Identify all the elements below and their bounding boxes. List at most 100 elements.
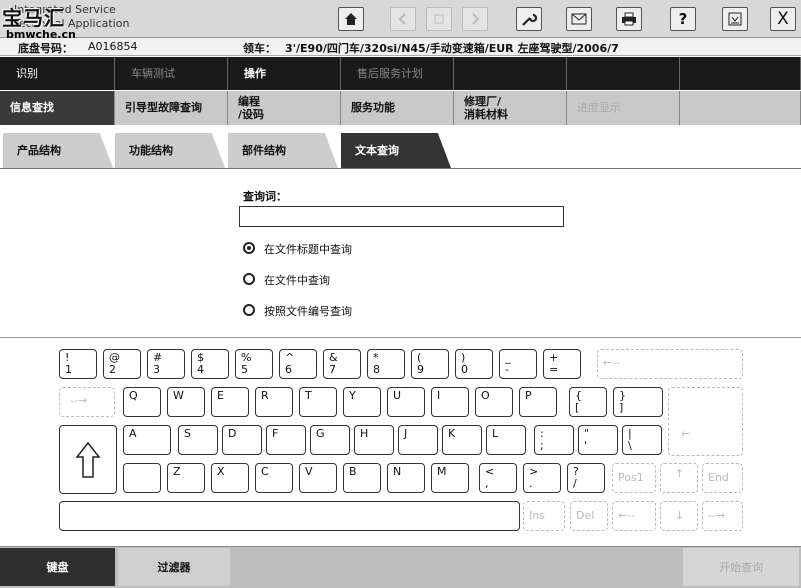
key-right-bracket[interactable]: }] (613, 387, 663, 417)
stop-button[interactable] (426, 7, 452, 31)
close-button[interactable]: X (770, 7, 796, 31)
key-3[interactable]: #3 (147, 349, 185, 379)
search-input[interactable] (239, 206, 564, 227)
key-9[interactable]: (9 (411, 349, 449, 379)
key-arrow-right[interactable]: --→ (702, 501, 743, 531)
key-quote[interactable]: " ' (578, 425, 618, 455)
submenu-info-search[interactable]: 信息查找 (0, 91, 115, 125)
key-spacer (123, 463, 161, 493)
key-arrow-down[interactable]: ↓ (660, 501, 698, 531)
key-v[interactable]: V (299, 463, 337, 493)
key-pos1[interactable]: Pos1 (612, 463, 656, 493)
submenu-service-functions[interactable]: 服务功能 (341, 91, 454, 125)
key-a[interactable]: A (123, 425, 171, 455)
key-f[interactable]: F (266, 425, 306, 455)
key-t[interactable]: T (299, 387, 337, 417)
key-equals[interactable]: + = (543, 349, 581, 379)
key-u[interactable]: U (387, 387, 425, 417)
key-s[interactable]: S (178, 425, 218, 455)
menu-vehicle-test[interactable]: 车辆测试 (115, 57, 228, 90)
key-semicolon[interactable]: :; (534, 425, 574, 455)
keyboard-button[interactable]: 键盘 (0, 548, 115, 586)
print-icon (622, 12, 636, 26)
tab-component-structure[interactable]: 部件结构 (228, 133, 338, 168)
key-x[interactable]: X (211, 463, 249, 493)
key-l[interactable]: L (486, 425, 526, 455)
menu-service-plan[interactable]: 售后服务计划 (341, 57, 454, 90)
help-button[interactable]: ? (670, 7, 696, 31)
submenu-progress[interactable]: 进度显示 (567, 91, 680, 125)
submenu-programming[interactable]: 编程 /设码 (228, 91, 341, 125)
forward-icon (472, 13, 480, 25)
key-0[interactable]: ) 0 (455, 349, 493, 379)
key-5[interactable]: % 5 (235, 349, 273, 379)
start-search-button[interactable]: 开始查询 (683, 548, 799, 586)
key-j[interactable]: J (398, 425, 438, 455)
menu-empty-1 (454, 57, 567, 90)
key-w[interactable]: W (167, 387, 205, 417)
key-6[interactable]: ^ 6 (279, 349, 317, 379)
radio-number-search[interactable] (243, 304, 255, 316)
radio-title-search[interactable] (243, 242, 255, 254)
menu-operation[interactable]: 操作 (228, 57, 341, 90)
key-z[interactable]: Z (167, 463, 205, 493)
key-b[interactable]: B (343, 463, 381, 493)
tab-function-structure[interactable]: 功能结构 (115, 133, 225, 168)
filter-button[interactable]: 过滤器 (118, 548, 230, 586)
key-slash[interactable]: ? / (567, 463, 605, 493)
key-h[interactable]: H (354, 425, 394, 455)
key-8[interactable]: * 8 (367, 349, 405, 379)
mail-button[interactable] (566, 7, 592, 31)
key-comma[interactable]: <, (479, 463, 517, 493)
menu-empty-2 (567, 57, 680, 90)
key-7[interactable]: & 7 (323, 349, 361, 379)
key-m[interactable]: M (431, 463, 469, 493)
key-shift[interactable] (59, 425, 117, 494)
shift-arrow-icon (75, 441, 101, 478)
key-left-bracket[interactable]: {[ (569, 387, 607, 417)
key-backslash[interactable]: | \ (622, 425, 662, 455)
key-ins[interactable]: Ins (523, 501, 565, 531)
menu-identification[interactable]: 识别 (0, 57, 115, 90)
key-1[interactable]: ! 1 (59, 349, 97, 379)
minimize-icon (728, 12, 742, 26)
submenu-workshop-materials[interactable]: 修理厂/ 消耗材料 (454, 91, 567, 125)
service-button[interactable] (516, 7, 542, 31)
back-button[interactable] (390, 7, 416, 31)
tab-text-search[interactable]: 文本查询 (341, 133, 451, 168)
key-2[interactable]: @2 (103, 349, 141, 379)
key-d[interactable]: D (222, 425, 262, 455)
print-button[interactable] (616, 7, 642, 31)
key-4[interactable]: $4 (191, 349, 229, 379)
submenu-guided-diagnosis[interactable]: 引导型故障查询 (115, 91, 228, 125)
key-q[interactable]: Q (123, 387, 161, 417)
key-k[interactable]: K (442, 425, 482, 455)
key-space[interactable] (59, 501, 520, 531)
key-arrow-up[interactable]: ↑ (660, 463, 698, 493)
radio-document-search[interactable] (243, 273, 255, 285)
home-icon (345, 13, 357, 25)
key-c[interactable]: C (255, 463, 293, 493)
key-i[interactable]: I (431, 387, 469, 417)
key-minus[interactable]: _ - (499, 349, 537, 379)
key-tab[interactable]: --→ (59, 387, 115, 417)
key-end[interactable]: End (702, 463, 743, 493)
key-r[interactable]: R (255, 387, 293, 417)
key-del[interactable]: Del (570, 501, 608, 531)
key-period[interactable]: >. (523, 463, 561, 493)
radio-selected-dot (247, 246, 251, 250)
key-backspace[interactable]: ←-- (597, 349, 743, 379)
forward-button[interactable] (462, 7, 488, 31)
minimize-button[interactable] (722, 7, 748, 31)
key-arrow-left[interactable]: ←-- (612, 501, 656, 531)
key-y[interactable]: Y (343, 387, 381, 417)
vehicle-value: 3'/E90/四门车/320si/N45/手动变速箱/EUR 左座驾驶型/200… (285, 42, 619, 55)
home-button[interactable] (338, 7, 364, 31)
key-p[interactable]: P (519, 387, 557, 417)
key-g[interactable]: G (310, 425, 350, 455)
key-e[interactable]: E (211, 387, 249, 417)
key-enter[interactable]: ← (668, 387, 743, 456)
tab-product-structure[interactable]: 产品结构 (3, 133, 113, 168)
key-o[interactable]: O (475, 387, 513, 417)
key-n[interactable]: N (387, 463, 425, 493)
